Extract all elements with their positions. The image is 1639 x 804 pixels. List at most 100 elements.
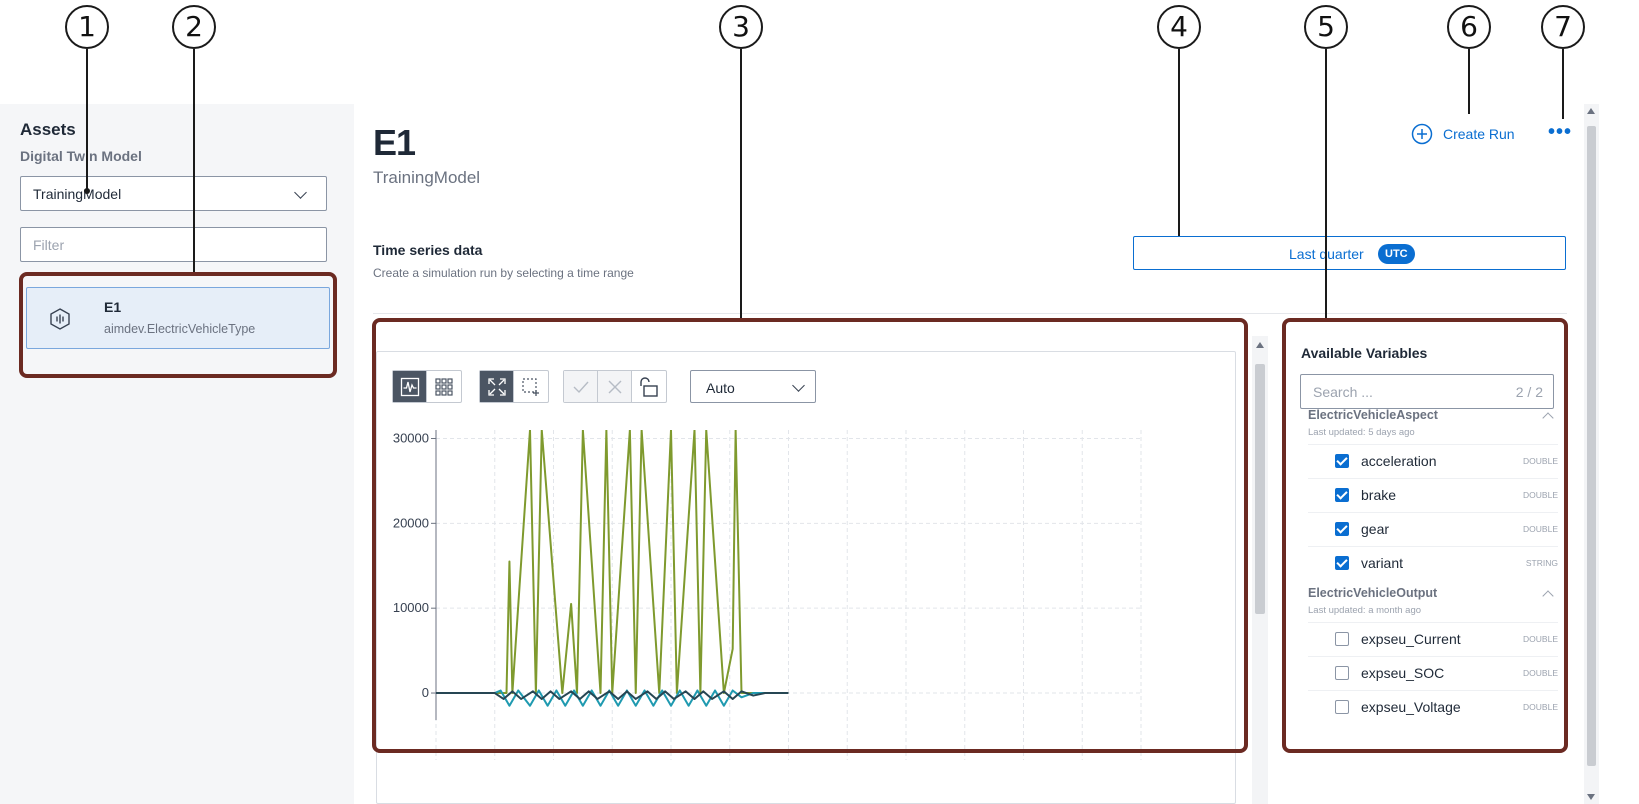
filter-input[interactable] [21,228,326,261]
variable-group-header[interactable]: ElectricVehicleAspect Last updated: 5 day… [1308,406,1558,444]
callout-1: 1 [65,5,109,49]
add-circle-icon [1411,123,1433,145]
page-subtitle: TrainingModel [373,168,481,187]
chart-view-toggle [392,370,462,403]
variable-checkbox[interactable] [1335,556,1349,570]
variable-row[interactable]: gear DOUBLE [1308,512,1558,546]
time-range-picker[interactable]: Last quarter UTC [1133,236,1566,270]
callout-7: 7 [1541,5,1585,49]
callout-line [193,49,195,272]
variable-group-header[interactable]: ElectricVehicleOutput Last updated: a mon… [1308,584,1558,622]
app-root: Assets Digital Twin Model TrainingModel … [0,0,1639,804]
filter-field[interactable] [20,227,327,262]
variable-checkbox[interactable] [1335,632,1349,646]
callout-dot [84,188,90,194]
chevron-down-icon [294,186,307,199]
assets-title: Assets [20,120,76,139]
variable-checkbox[interactable] [1335,488,1349,502]
variable-name: gear [1361,521,1390,537]
variable-row[interactable]: expseu_SOC DOUBLE [1308,656,1558,690]
series-line-0 [436,430,789,695]
scroll-down-icon[interactable] [1587,794,1595,800]
callout-5: 5 [1304,5,1348,49]
scroll-thumb[interactable] [1255,364,1265,614]
callout-line [740,49,742,318]
grid-view-icon [435,377,453,396]
variable-row[interactable]: variant STRING [1308,546,1558,580]
callout-3: 3 [719,5,763,49]
page-scrollbar[interactable] [1584,104,1599,804]
scroll-up-icon[interactable] [1256,342,1264,348]
cancel-button[interactable] [598,371,632,402]
create-run-button[interactable]: Create Run [1411,121,1515,147]
variable-checkbox[interactable] [1335,666,1349,680]
variable-type: STRING [1525,558,1558,568]
variable-name: acceleration [1361,453,1437,469]
y-tick-label: 30000 [393,430,429,445]
variable-name: expseu_Current [1361,631,1461,647]
chevron-up-icon[interactable] [1542,590,1554,602]
interval-select[interactable]: Auto [690,370,816,403]
y-tick-label: 20000 [393,515,429,530]
chevron-up-icon[interactable] [1542,412,1554,424]
callout-2: 2 [172,5,216,49]
chart-edit-toggle [563,370,667,403]
variable-checkbox[interactable] [1335,454,1349,468]
page-title: E1 [373,122,416,163]
variable-group-name: ElectricVehicleAspect [1308,408,1438,422]
asset-item-e1[interactable]: E1 aimdev.ElectricVehicleType [26,287,330,349]
time-series-description: Create a simulation run by selecting a t… [373,266,634,280]
check-icon [573,381,589,393]
available-variables-panel: Available Variables 2 / 2 ElectricVehicl… [1284,322,1568,804]
box-select-button[interactable] [514,371,548,402]
line-chart-button[interactable] [393,371,427,402]
variable-name: expseu_Voltage [1361,699,1461,715]
more-options-button[interactable]: ••• [1548,122,1572,142]
unlock-button[interactable] [632,371,666,402]
page-scroll-thumb[interactable] [1587,126,1596,766]
variable-type: DOUBLE [1523,490,1558,500]
line-chart-icon [400,377,419,396]
variable-type: DOUBLE [1523,456,1558,466]
callout-line [1468,49,1470,114]
box-select-icon [522,377,539,396]
model-select[interactable]: TrainingModel [20,176,327,211]
variable-checkbox[interactable] [1335,700,1349,714]
confirm-button[interactable] [564,371,598,402]
available-variables-title: Available Variables [1301,345,1428,361]
variable-type: DOUBLE [1523,634,1558,644]
variable-type: DOUBLE [1523,524,1558,534]
variable-name: variant [1361,555,1404,571]
time-series-chart[interactable]: 0 10000 20000 30000 [376,430,1186,760]
y-tick-label: 10000 [393,600,429,615]
chart-zoom-toggle [479,370,549,403]
unlock-icon [640,376,658,397]
variables-search-input[interactable] [1301,375,1481,408]
variable-group-updated: Last updated: 5 days ago [1308,427,1415,438]
chevron-down-icon [792,379,805,392]
variable-row[interactable]: acceleration DOUBLE [1308,444,1558,478]
variable-row[interactable]: brake DOUBLE [1308,478,1558,512]
variables-search[interactable]: 2 / 2 [1300,374,1554,409]
chart-scrollbar[interactable] [1252,336,1268,804]
variable-row[interactable]: expseu_Voltage DOUBLE [1308,690,1558,724]
scroll-up-icon[interactable] [1587,108,1595,114]
callout-line [1325,49,1327,318]
fit-zoom-button[interactable] [480,371,514,402]
grid-view-button[interactable] [427,371,461,402]
variables-count: 2 / 2 [1515,384,1543,400]
fit-zoom-icon [487,377,506,396]
digital-twin-model-label: Digital Twin Model [20,148,142,164]
variable-group-name: ElectricVehicleOutput [1308,586,1438,600]
variable-checkbox[interactable] [1335,522,1349,536]
variable-row[interactable]: expseu_Current DOUBLE [1308,622,1558,656]
asset-name: E1 [104,299,122,315]
callout-line [1562,49,1564,119]
close-icon [608,380,621,393]
variable-type: DOUBLE [1523,702,1558,712]
callout-4: 4 [1157,5,1201,49]
interval-value: Auto [706,380,735,396]
utc-badge: UTC [1378,244,1415,264]
model-select-value: TrainingModel [33,186,122,202]
variable-name: expseu_SOC [1361,665,1445,681]
